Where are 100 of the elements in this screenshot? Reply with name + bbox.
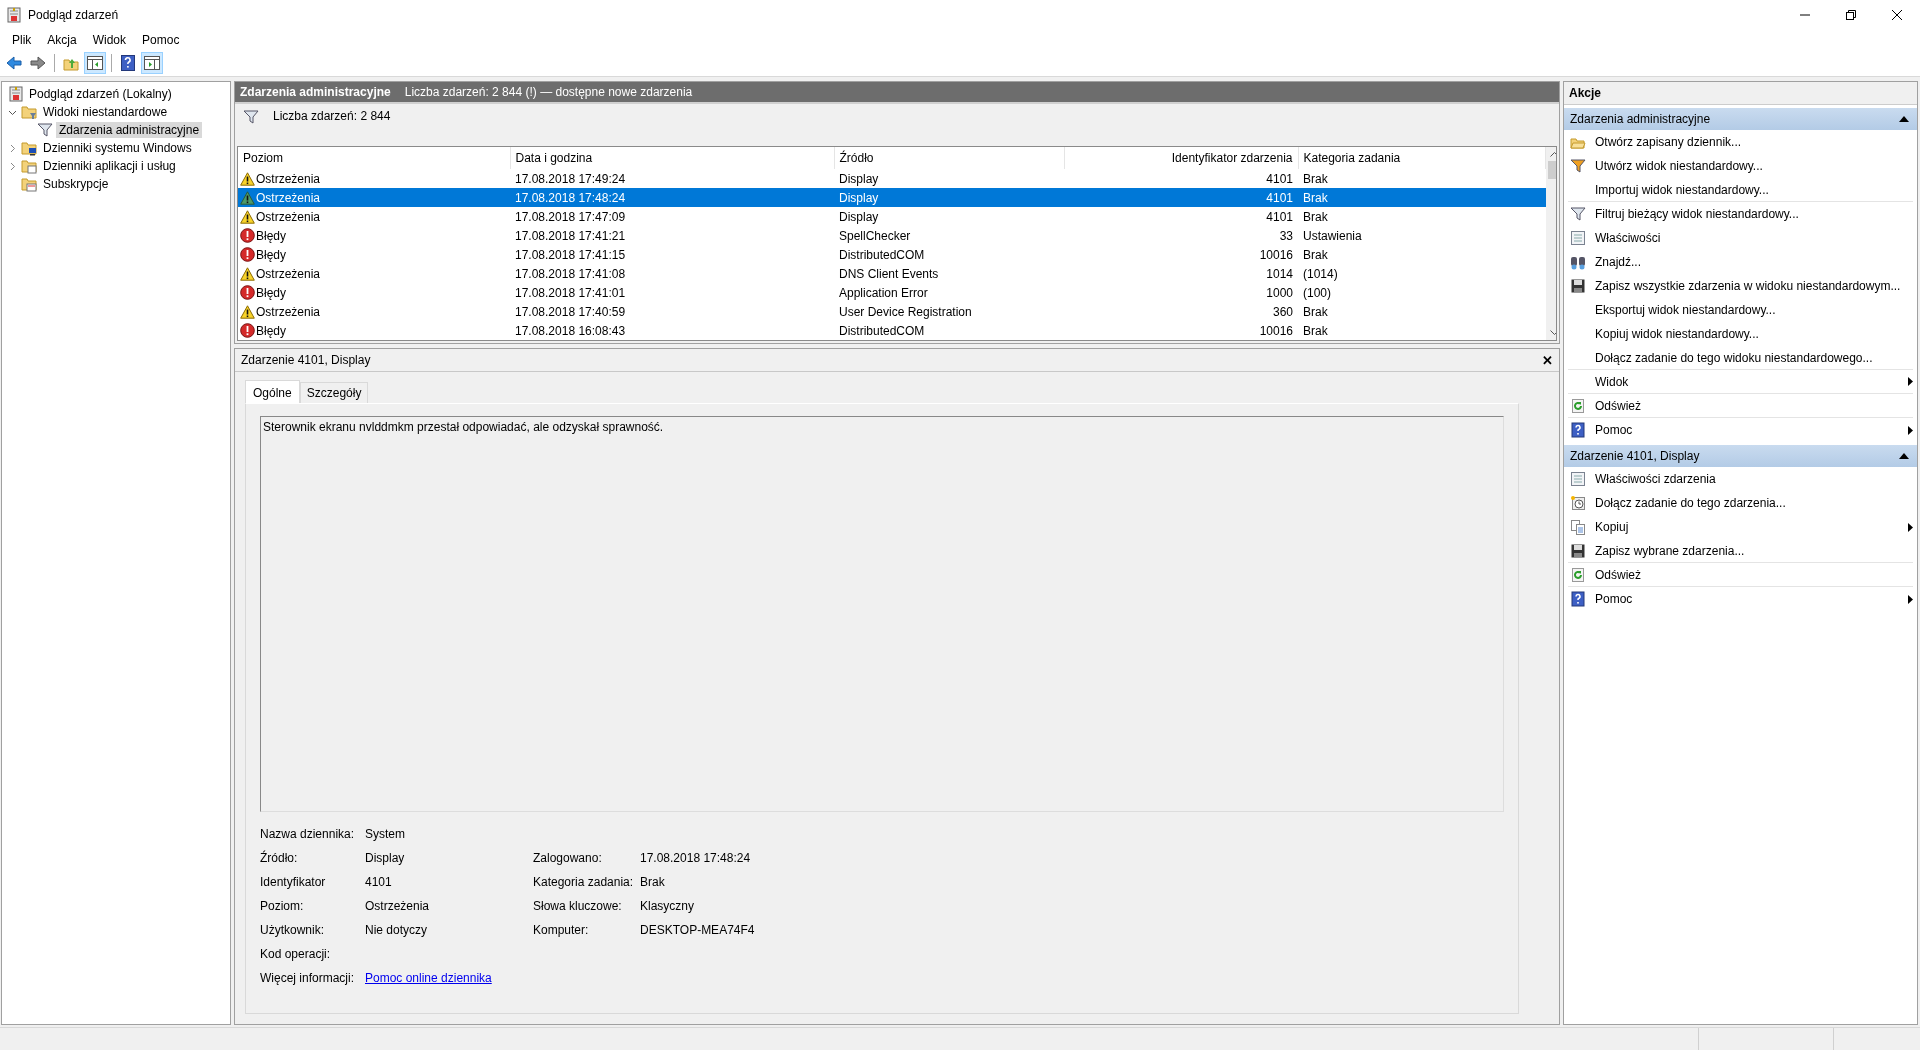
table-cell: 17.08.2018 16:08:43 (515, 323, 626, 338)
column-header[interactable]: Kategoria zadania (1303, 151, 1401, 165)
action-item[interactable]: Odśwież (1568, 563, 1913, 587)
tree-item[interactable]: Podgląd zdarzeń (Lokalny) (29, 87, 172, 101)
field-value: Brak (640, 875, 666, 889)
pane-icon (144, 56, 160, 70)
table-cell: Ostrzeżenia (256, 209, 321, 224)
tree-item[interactable]: Dzienniki systemu Windows (40, 140, 195, 156)
table-cell: Brak (1303, 323, 1328, 338)
tree-item[interactable]: Widoki niestandardowe (40, 104, 171, 120)
section-header[interactable]: Zdarzenie 4101, Display (1564, 445, 1917, 467)
action-item[interactable]: Filtruj bieżący widok niestandardowy... (1568, 202, 1913, 226)
table-cell: Application Error (839, 285, 928, 300)
column-header[interactable]: Data i godzina (515, 151, 593, 165)
event-count-notice: Liczba zdarzeń: 2 844 (!) — dostępne nowe zdarzenia (404, 85, 693, 99)
table-cell: 17.08.2018 17:41:08 (515, 266, 626, 281)
close-button[interactable]: ✕ (1542, 352, 1553, 368)
section-header[interactable]: Zdarzenia administracyjne (1564, 108, 1917, 130)
tab[interactable]: Ogólne (245, 380, 300, 403)
clock-icon (1570, 495, 1586, 511)
action-item[interactable]: Zapisz wybrane zdarzenia... (1568, 539, 1913, 563)
action-item[interactable]: Kopiuj (1568, 515, 1913, 539)
menu-item[interactable]: Plik (4, 31, 40, 49)
action-item[interactable]: Dołącz zadanie do tego zdarzenia... (1568, 491, 1913, 515)
submenu-arrow-icon (1908, 594, 1913, 604)
event-row[interactable]: Ostrzeżenia 17.08.2018 17:49:24 Display 4101 Brak (238, 169, 1546, 188)
event-row[interactable]: Błędy 17.08.2018 17:41:15 DistributedCOM 10016 Brak (238, 245, 1546, 264)
table-cell: Błędy (256, 228, 287, 243)
message-box: Sterownik ekranu nvlddmkm przestał odpowiadać, ale odzyskał sprawność. (260, 416, 1504, 812)
folder-funnel-icon (21, 104, 37, 120)
table-cell: DistributedCOM (839, 247, 925, 262)
field-label: Komputer: (533, 923, 590, 937)
section-title: Zdarzenie 4101, Display (1570, 449, 1700, 463)
warning-icon (240, 190, 255, 205)
action-item[interactable]: Pomoc (1568, 587, 1913, 611)
action-item[interactable]: Kopiuj widok niestandardowy... (1568, 322, 1913, 346)
event-row[interactable]: Ostrzeżenia 17.08.2018 17:48:24 Display 4101 Brak (238, 188, 1546, 207)
action-item[interactable]: Znajdź... (1568, 250, 1913, 274)
pane-icon (87, 56, 103, 70)
action-item[interactable]: Właściwości zdarzenia (1568, 467, 1913, 491)
action-item[interactable]: Odśwież (1568, 394, 1913, 418)
field-value: Ostrzeżenia (365, 899, 431, 913)
field-label: Więcej informacji: (260, 971, 356, 985)
field-value: 4101 (365, 875, 393, 889)
warning-icon (240, 171, 255, 186)
action-item[interactable]: Pomoc (1568, 418, 1913, 442)
field-label: Źródło: (260, 851, 299, 865)
field-label: Identyfikator (260, 875, 327, 889)
collapse-icon[interactable] (1899, 116, 1909, 122)
action-item[interactable]: Widok (1568, 370, 1913, 394)
event-row[interactable]: Ostrzeżenia 17.08.2018 17:47:09 Display 4101 Brak (238, 207, 1546, 226)
funnel-icon (1570, 158, 1586, 174)
action-item[interactable]: Importuj widok niestandardowy... (1568, 178, 1913, 202)
event-row[interactable]: Ostrzeżenia 17.08.2018 17:40:59 User Device Registration 360 Brak (238, 302, 1546, 321)
tree-item[interactable]: Subskrypcje (40, 176, 112, 192)
help-link[interactable]: Pomoc online dziennika (365, 971, 492, 985)
field-value: DESKTOP-MEA74F4 (640, 923, 756, 937)
action-item[interactable]: Utwórz widok niestandardowy... (1568, 154, 1913, 178)
event-row[interactable]: Błędy 17.08.2018 17:41:21 SpellChecker 33 Ustawienia (238, 226, 1546, 245)
action-item[interactable]: Właściwości (1568, 226, 1913, 250)
column-header[interactable]: Identyfikator zdarzenia (1171, 151, 1293, 165)
event-row[interactable]: Ostrzeżenia 17.08.2018 17:41:08 DNS Client Events 1014 (1014) (238, 264, 1546, 283)
table-cell: Błędy (256, 285, 287, 300)
menu-item[interactable]: Widok (84, 31, 135, 49)
table-cell: Ostrzeżenia (256, 190, 321, 205)
column-header[interactable]: Poziom (243, 151, 283, 165)
tab[interactable]: Szczegóły (299, 382, 369, 403)
field-label: Słowa kluczowe: (533, 899, 623, 913)
menu-item[interactable]: Akcja (39, 31, 85, 49)
event-row[interactable]: Błędy 17.08.2018 16:08:43 DistributedCOM 10016 Brak (238, 321, 1546, 340)
show-pane-button[interactable] (84, 52, 106, 74)
action-item[interactable]: Eksportuj widok niestandardowy... (1568, 298, 1913, 322)
field-value: Nie dotyczy (365, 923, 429, 937)
warning-icon (240, 266, 255, 281)
table-cell: 4101 (1266, 209, 1293, 224)
filter-icon (243, 109, 259, 125)
table-cell: Ostrzeżenia (256, 266, 321, 281)
tree-item[interactable]: Dzienniki aplikacji i usług (40, 158, 179, 174)
submenu-arrow-icon (1908, 377, 1913, 386)
column-header[interactable]: Źródło (839, 151, 874, 165)
collapse-icon[interactable] (1899, 453, 1909, 459)
action-item[interactable]: Dołącz zadanie do tego widoku niestandardowego... (1568, 346, 1913, 370)
table-cell: Brak (1303, 209, 1328, 224)
table-cell: 4101 (1266, 190, 1293, 205)
field-label: Nazwa dziennika: (260, 827, 356, 841)
table-cell: 17.08.2018 17:41:15 (515, 247, 626, 262)
error-icon (240, 285, 255, 300)
action-item[interactable]: Otwórz zapisany dziennik... (1568, 130, 1913, 154)
table-cell: 10016 (1259, 323, 1293, 338)
properties-icon (1570, 471, 1586, 487)
menu-item[interactable]: Pomoc (134, 31, 188, 49)
table-cell: 17.08.2018 17:47:09 (515, 209, 626, 224)
action-item[interactable]: Zapisz wszystkie zdarzenia w widoku niestandardowym... (1568, 274, 1913, 298)
window-title: Podgląd zdarzeń (28, 8, 119, 22)
field-label: Zalogowano: (533, 851, 603, 865)
table-cell: Błędy (256, 323, 287, 338)
tree-item[interactable]: Zdarzenia administracyjne (56, 122, 203, 138)
show-pane-button[interactable] (141, 52, 163, 74)
event-row[interactable]: Błędy 17.08.2018 17:41:01 Application Error 1000 (100) (238, 283, 1546, 302)
field-value: Klasyczny (640, 899, 696, 913)
